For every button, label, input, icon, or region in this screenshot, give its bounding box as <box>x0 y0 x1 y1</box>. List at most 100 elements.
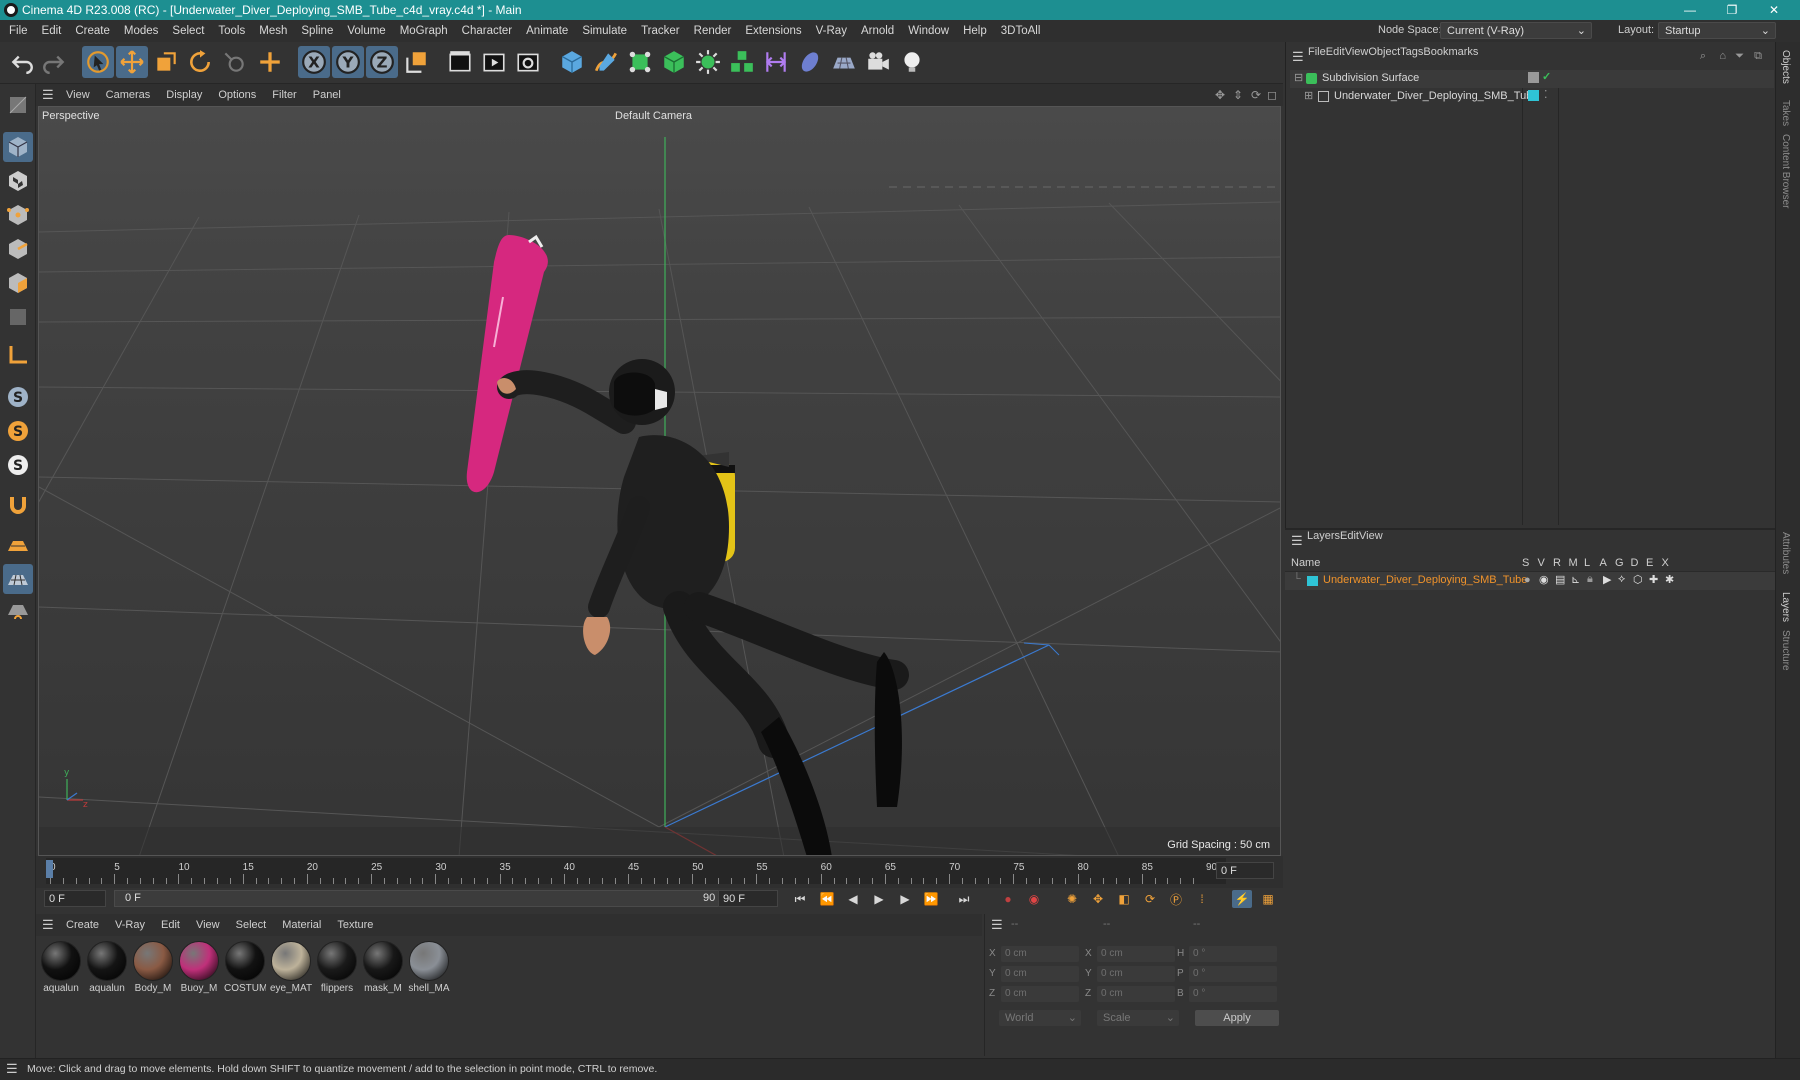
select-cursor-button[interactable] <box>82 46 114 78</box>
viewport-menu-options[interactable]: Options <box>210 84 264 106</box>
menu-volume[interactable]: Volume <box>340 20 392 42</box>
filter-icon[interactable]: ⏷ <box>1735 50 1744 63</box>
object-menu-tags[interactable]: Tags <box>1400 46 1423 58</box>
menu-extensions[interactable]: Extensions <box>738 20 808 42</box>
object-menu-file[interactable]: File <box>1308 46 1326 58</box>
render-icon[interactable]: ▤ <box>1555 573 1565 586</box>
hamburger-menu-icon[interactable]: ☰ <box>42 918 54 931</box>
manager-icon[interactable]: ⊾ <box>1571 573 1580 586</box>
pan-view-icon[interactable]: ✥ <box>1215 88 1225 102</box>
key-rotation-icon[interactable]: ⟳ <box>1140 890 1160 908</box>
menu-simulate[interactable]: Simulate <box>575 20 634 42</box>
coordinate-value-field[interactable]: 0 cm <box>1001 986 1079 1002</box>
material-menu-create[interactable]: Create <box>58 914 107 936</box>
timeline-ruler[interactable]: 051015202530354045505560657075808590 0 F <box>36 856 1283 888</box>
layer-row[interactable]: └ Underwater_Diver_Deploying_SMB_Tube ● … <box>1285 572 1775 590</box>
material-swatch[interactable]: COSTUM <box>224 941 266 994</box>
material-menu-select[interactable]: Select <box>228 914 275 936</box>
keyframe-selection-icon[interactable]: ✺ <box>1062 890 1082 908</box>
add-object-button[interactable] <box>254 46 286 78</box>
material-swatch[interactable]: aqualun <box>40 941 82 994</box>
camera-label[interactable]: Default Camera <box>615 110 692 122</box>
object-row-diver[interactable]: ⊞ Underwater_Diver_Deploying_SMB_Tube ⁚ <box>1290 88 1774 106</box>
expressions-icon[interactable]: ✚ <box>1649 573 1658 586</box>
previous-frame-icon[interactable]: ◀ <box>843 890 863 908</box>
coordinate-mode-dropdown[interactable]: World ⌄ <box>999 1010 1081 1026</box>
deformer-button[interactable] <box>760 46 792 78</box>
snap-settings-button[interactable]: S <box>3 416 33 446</box>
grid-plane-button[interactable] <box>3 564 33 594</box>
timeline-window-icon[interactable]: ▦ <box>1258 890 1278 908</box>
coordinate-value-field[interactable]: 0 cm <box>1001 946 1079 962</box>
material-name[interactable]: flippers <box>316 983 358 994</box>
rotate-tool-button[interactable] <box>184 46 216 78</box>
material-menu-edit[interactable]: Edit <box>153 914 188 936</box>
end-frame-field[interactable]: 90 F <box>718 890 778 907</box>
perspective-viewport[interactable]: y z Perspective Default Camera Grid Spac… <box>38 106 1281 856</box>
object-menu-bookmarks[interactable]: Bookmarks <box>1423 46 1478 58</box>
orbit-view-icon[interactable]: ⟳ <box>1251 88 1261 102</box>
key-parameter-icon[interactable]: Ⓟ <box>1166 890 1186 908</box>
hamburger-menu-icon[interactable]: ☰ <box>1291 534 1303 547</box>
material-menu-view[interactable]: View <box>188 914 228 936</box>
next-key-icon[interactable]: ⏩ <box>921 890 941 908</box>
object-menu-object[interactable]: Object <box>1368 46 1400 58</box>
layer-flag-header[interactable]: D <box>1631 557 1639 569</box>
polygon-mode-button[interactable] <box>3 268 33 298</box>
tab-layers[interactable]: Layers <box>1780 592 1791 622</box>
subdivision-generator-button[interactable] <box>624 46 656 78</box>
visibility-dots-icon[interactable]: ⁚ <box>1544 88 1548 101</box>
workplane-button[interactable] <box>3 530 33 560</box>
magnet-tool-button[interactable] <box>3 490 33 520</box>
mograph-cloner-button[interactable] <box>726 46 758 78</box>
tab-takes[interactable]: Takes <box>1780 100 1791 126</box>
menu-tools[interactable]: Tools <box>211 20 252 42</box>
menu-mesh[interactable]: Mesh <box>252 20 294 42</box>
tab-attributes[interactable]: Attributes <box>1780 532 1791 574</box>
material-menu-material[interactable]: Material <box>274 914 329 936</box>
hamburger-menu-icon[interactable]: ☰ <box>1292 50 1304 63</box>
hamburger-menu-icon[interactable]: ☰ <box>6 1062 18 1075</box>
light-button[interactable] <box>896 46 928 78</box>
menu-window[interactable]: Window <box>901 20 956 42</box>
x-axis-lock-button[interactable]: X <box>298 46 330 78</box>
pen-spline-button[interactable] <box>590 46 622 78</box>
field-button[interactable] <box>794 46 826 78</box>
go-to-end-icon[interactable]: ⏭ <box>954 890 974 908</box>
coordinate-value-field[interactable]: 0 cm <box>1097 966 1175 982</box>
key-scale-icon[interactable]: ◧ <box>1114 890 1134 908</box>
menu-tracker[interactable]: Tracker <box>634 20 687 42</box>
coordinate-value-field[interactable]: 0 cm <box>1001 966 1079 982</box>
render-view-button[interactable] <box>444 46 476 78</box>
new-window-icon[interactable]: ⧉ <box>1754 50 1762 63</box>
menu-create[interactable]: Create <box>68 20 117 42</box>
hamburger-menu-icon[interactable]: ☰ <box>991 918 1003 931</box>
layer-flag-header[interactable]: L <box>1584 557 1590 569</box>
layer-flag-header[interactable]: A <box>1600 557 1607 569</box>
coordinate-value-field[interactable]: 0 cm <box>1097 946 1175 962</box>
render-picture-viewer-button[interactable] <box>478 46 510 78</box>
viewport-menu-display[interactable]: Display <box>158 84 210 106</box>
menu-file[interactable]: File <box>2 20 35 42</box>
z-axis-lock-button[interactable]: Z <box>366 46 398 78</box>
layer-flag-header[interactable]: V <box>1538 557 1545 569</box>
material-swatch[interactable]: flippers <box>316 941 358 994</box>
menu-3dtoall[interactable]: 3DToAll <box>994 20 1048 42</box>
menu-render[interactable]: Render <box>687 20 739 42</box>
scale-mode-dropdown[interactable]: Scale ⌄ <box>1097 1010 1179 1026</box>
move-tool-button[interactable] <box>116 46 148 78</box>
layer-menu-edit[interactable]: Edit <box>1340 530 1359 542</box>
previous-key-icon[interactable]: ⏪ <box>817 890 837 908</box>
edge-mode-button[interactable] <box>3 234 33 264</box>
material-swatch[interactable]: aqualun <box>86 941 128 994</box>
viewport-menu-cameras[interactable]: Cameras <box>98 84 159 106</box>
uv-mode-button[interactable] <box>3 302 33 332</box>
menu-modes[interactable]: Modes <box>117 20 166 42</box>
expand-icon[interactable]: ⊟ <box>1294 71 1303 84</box>
go-to-start-icon[interactable]: ⏮ <box>790 890 810 908</box>
enabled-check-icon[interactable]: ✓ <box>1542 70 1551 83</box>
autokey-icon[interactable]: ◉ <box>1024 890 1044 908</box>
close-button[interactable]: ✕ <box>1754 0 1794 20</box>
layer-menu-layers[interactable]: Layers <box>1307 530 1340 542</box>
render-settings-button[interactable] <box>512 46 544 78</box>
